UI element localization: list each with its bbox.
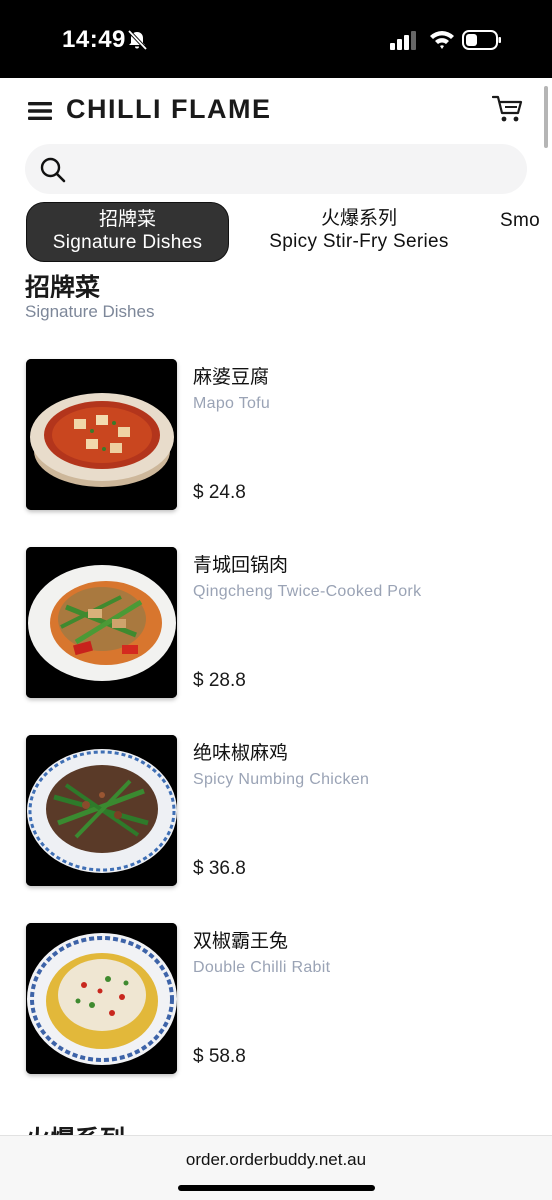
dish-item-mapo-tofu[interactable]: 麻婆豆腐 Mapo Tofu $ 24.8 — [0, 359, 552, 511]
dish-price: $ 28.8 — [193, 670, 246, 691]
url-text[interactable]: order.orderbuddy.net.au — [0, 1150, 552, 1170]
home-indicator[interactable] — [178, 1185, 375, 1191]
dish-image[interactable] — [26, 359, 177, 510]
wifi-icon — [428, 28, 456, 50]
section-title-zh: 招牌菜 — [25, 274, 101, 298]
dish-name-en: Qingcheng Twice-Cooked Pork — [193, 583, 422, 600]
dish-name-zh: 麻婆豆腐 — [193, 367, 270, 388]
browser-url-bar[interactable]: order.orderbuddy.net.au — [0, 1135, 552, 1200]
dish-item-spicy-numbing-chicken[interactable]: 绝味椒麻鸡 Spicy Numbing Chicken $ 36.8 — [0, 735, 552, 887]
tab-label-en: Smo — [500, 210, 540, 231]
section-title-en: Signature Dishes — [25, 302, 155, 321]
tab-signature-dishes[interactable]: 招牌菜 Signature Dishes — [26, 202, 229, 262]
scrollbar-thumb[interactable] — [544, 86, 548, 148]
status-bar: 14:49 — [0, 0, 552, 78]
category-tabs: 招牌菜 Signature Dishes 火爆系列 Spicy Stir-Fry… — [0, 202, 552, 264]
signal-icon — [389, 30, 419, 50]
tab-label-en: Spicy Stir-Fry Series — [269, 231, 449, 252]
battery-icon — [462, 30, 502, 50]
app-header: CHILLI FLAME — [0, 78, 552, 142]
bell-slash-icon — [126, 29, 148, 51]
brand-title: CHILLI FLAME — [66, 94, 272, 124]
dish-name-en: Spicy Numbing Chicken — [193, 771, 370, 788]
menu-icon[interactable] — [28, 101, 52, 121]
dish-name-zh: 双椒霸王兔 — [193, 931, 289, 952]
search-input[interactable] — [77, 144, 517, 194]
tab-smo[interactable]: Smo — [500, 202, 552, 262]
dish-name-en: Mapo Tofu — [193, 395, 271, 412]
tab-label-zh: 招牌菜 — [98, 209, 156, 230]
dish-price: $ 36.8 — [193, 858, 246, 879]
dish-name-zh: 绝味椒麻鸡 — [193, 743, 289, 764]
tab-label-zh: 火爆系列 — [320, 208, 397, 229]
tab-spicy-stir-fry-series[interactable]: 火爆系列 Spicy Stir-Fry Series — [254, 202, 464, 262]
dish-name-en: Double Chilli Rabit — [193, 959, 331, 976]
status-time: 14:49 — [62, 26, 126, 53]
dish-image[interactable] — [26, 923, 177, 1074]
dish-item-twice-cooked-pork[interactable]: 青城回锅肉 Qingcheng Twice-Cooked Pork $ 28.8 — [0, 547, 552, 699]
tab-label-en: Signature Dishes — [52, 232, 203, 253]
dish-image[interactable] — [26, 735, 177, 886]
search-bar[interactable] — [25, 144, 527, 194]
dish-price: $ 24.8 — [193, 482, 246, 503]
dish-item-double-chilli-rabbit[interactable]: 双椒霸王兔 Double Chilli Rabit $ 58.8 — [0, 923, 552, 1075]
dish-name-zh: 青城回锅肉 — [193, 555, 289, 576]
search-icon — [39, 156, 67, 184]
dish-price: $ 58.8 — [193, 1046, 246, 1067]
cart-icon[interactable] — [491, 94, 524, 124]
dish-image[interactable] — [26, 547, 177, 698]
